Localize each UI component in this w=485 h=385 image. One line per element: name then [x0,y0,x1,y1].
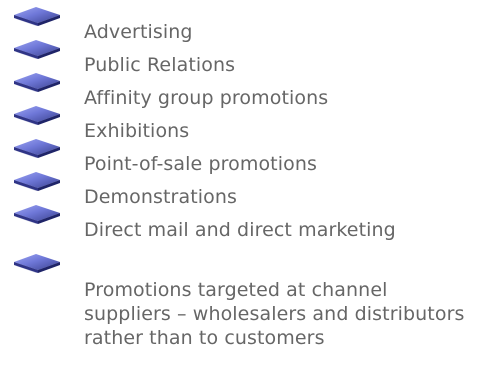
diamond-bullet-icon [12,103,64,129]
list-item-label: Demonstrations [84,186,237,208]
diamond-bullet-icon [12,37,64,63]
diamond-bullet-icon [12,251,64,277]
list-item-label: Promotions targeted at channel suppliers… [84,279,465,349]
diamond-bullet-icon [12,70,64,96]
diamond-bullet-icon [12,4,64,30]
diamond-bullet-icon [12,202,64,228]
list-item-label: Public Relations [84,54,236,76]
diamond-bullet-icon [12,136,64,162]
list-item-label: Point-of-sale promotions [84,153,317,175]
list-item-label: Advertising [84,21,193,43]
list-item-label: Direct mail and direct marketing [84,219,396,241]
list-item-label: Exhibitions [84,120,190,142]
diamond-bullet-icon [12,169,64,195]
list-item-label: Affinity group promotions [84,87,329,109]
bullet-list: Advertising Public Relations Affinity gr… [0,0,485,385]
